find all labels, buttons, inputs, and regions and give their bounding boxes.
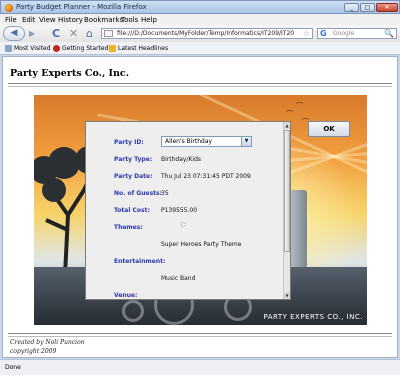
party-date-label: Party Date: [114,173,153,180]
search-box[interactable]: G Google 🔍 [317,28,397,39]
bookmark-label: Latest Headlines [118,45,169,52]
party-type-value: Birthday/Kids [161,156,201,163]
rss-feed-icon [109,45,116,52]
bookmark-label: Most Visited [14,45,51,52]
url-text: file:///D:/Documents/MyFolder/Temp/Infor… [117,30,295,37]
bookmark-latest-headlines[interactable]: Latest Headlines [109,45,168,52]
party-type-label: Party Type: [114,156,153,163]
back-arrow-icon: ◀ [10,28,18,38]
page-icon [104,30,113,37]
footer-copyright: copyright 2009 [10,348,57,355]
maximize-button[interactable]: □ [360,3,375,12]
guests-label: No. of Guests: [114,190,163,197]
guests-value: 35 [161,190,169,197]
search-icon[interactable]: 🔍 [384,29,394,38]
dialog-scrollbar[interactable]: ▲ ▼ [283,122,290,299]
menu-file[interactable]: File [5,16,17,24]
title-divider [8,83,392,84]
footer-divider-secondary [8,336,392,337]
chevron-down-icon[interactable]: ▼ [241,137,251,146]
page-title: Party Experts Co., Inc. [10,68,130,79]
mouse-pointer-icon: ➤ [180,220,187,229]
party-id-selected-value: Allen's Birthday [165,138,213,145]
bookmark-most-visited[interactable]: Most Visited [5,45,51,52]
scroll-down-icon[interactable]: ▼ [284,292,290,299]
forward-button[interactable]: ▶ [29,28,35,39]
banner-company-text: PARTY EXPERTS CO., INC. [263,313,363,321]
party-id-label: Party ID: [114,139,144,146]
status-bar: Done [0,359,400,375]
party-id-select[interactable]: Allen's Birthday ▼ [161,136,252,147]
entertainment-label: Entertainment: [114,258,166,265]
footer-divider [8,333,392,334]
menu-history[interactable]: History [58,16,83,24]
themes-value: Super Heroes Party Theme [161,241,242,248]
bookmark-star-icon[interactable]: ☆ [303,29,310,38]
reload-icon[interactable]: C [52,28,60,39]
bookmarks-toolbar: Most Visited Getting Started Latest Head… [0,42,400,55]
party-details-dialog: Party ID: Allen's Birthday ▼ Party Type:… [85,121,291,300]
bookmark-folder-icon [5,45,12,52]
stop-icon[interactable]: ✕ [69,28,78,39]
total-cost-label: Total Cost: [114,207,150,214]
entertainment-value: Music Band [161,275,196,282]
ok-button[interactable]: OK [308,121,350,137]
window-title: Party Budget Planner - Mozilla Firefox [16,3,147,11]
firefox-icon [5,4,13,12]
search-placeholder: Google [333,30,355,37]
status-text: Done [5,364,21,371]
url-bar[interactable]: file:///D:/Documents/MyFolder/Temp/Infor… [101,28,313,39]
bird-icon: ⌒ [296,102,303,110]
menu-help[interactable]: Help [141,16,157,24]
footer-created-by: Created by Noli Puncion [10,339,85,346]
bird-icon: ⌒ [286,110,293,118]
navigation-toolbar: ◀ ▶ C ✕ ⌂ file:///D:/Documents/MyFolder/… [0,25,400,42]
decorative-circle [122,300,144,322]
menu-edit[interactable]: Edit [22,16,36,24]
google-icon[interactable]: G [320,29,327,38]
minimize-button[interactable]: _ [344,3,359,12]
bookmark-label: Getting Started [62,45,109,52]
scroll-up-icon[interactable]: ▲ [284,122,290,129]
venue-label: Venue: [114,292,138,299]
total-cost-value: P139555.00 [161,207,198,214]
party-date-value: Thu Jul 23 07:31:45 PDT 2009 [161,173,251,180]
menu-bookmarks[interactable]: Bookmarks [84,16,123,24]
bookmark-getting-started[interactable]: Getting Started [53,45,108,52]
back-button[interactable]: ◀ [3,26,25,41]
window-titlebar: Party Budget Planner - Mozilla Firefox _… [0,0,400,14]
menu-bar: File Edit View History Bookmarks Tools H… [0,14,400,25]
close-button[interactable]: ✕ [376,3,398,12]
scrollbar-thumb[interactable] [284,130,290,252]
home-icon[interactable]: ⌂ [86,28,93,39]
firefox-bookmark-icon [53,45,60,52]
themes-label: Themes: [114,224,143,231]
menu-view[interactable]: View [39,16,56,24]
menu-tools[interactable]: Tools [121,16,138,24]
title-divider-secondary [8,86,392,87]
